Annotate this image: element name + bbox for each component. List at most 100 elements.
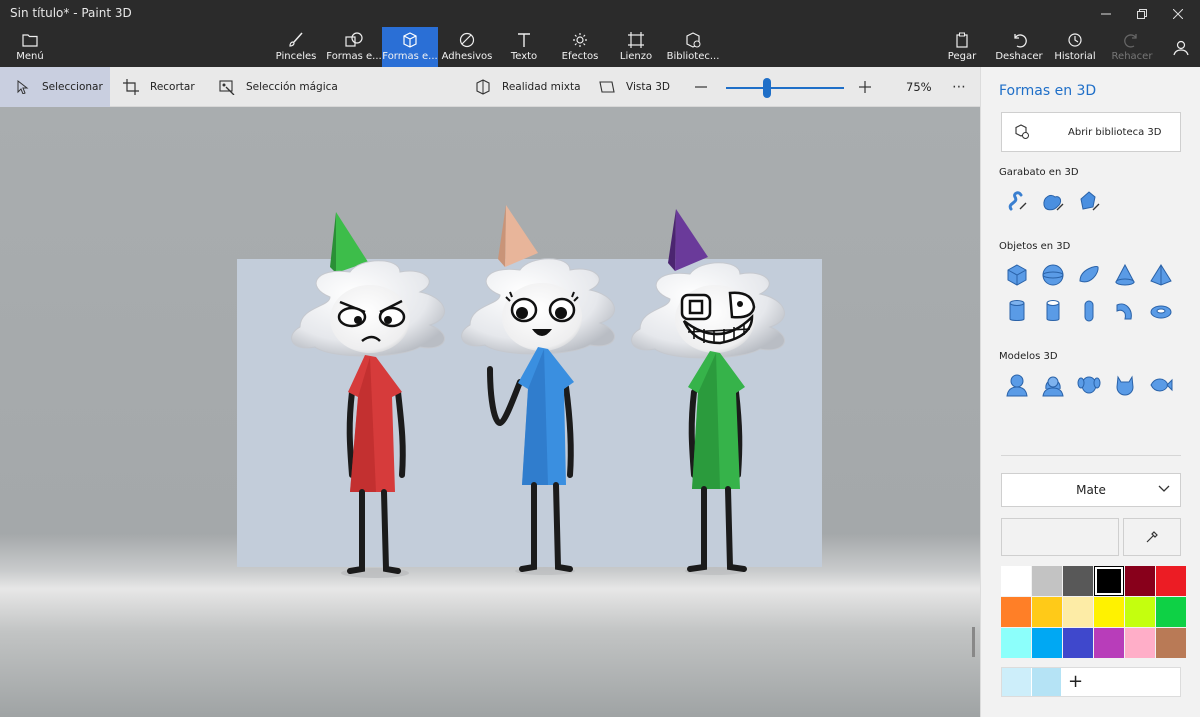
vertical-scrollbar[interactable] [972,627,975,657]
sphere-shape[interactable] [1039,261,1067,289]
color-swatch[interactable] [1125,597,1155,627]
redo-icon [1122,31,1142,49]
soft-doodle-tool[interactable] [1039,187,1067,215]
color-swatch[interactable] [1125,628,1155,658]
undo-button[interactable]: Deshacer [995,27,1043,67]
custom-color-swatch[interactable] [1032,668,1061,696]
selected-color-preview[interactable] [1001,518,1119,556]
menu-button[interactable]: Menú [8,27,52,67]
zoom-track [726,87,844,89]
crop-button[interactable]: Recortar [122,67,195,107]
canvas-area[interactable] [0,107,980,717]
capsule-icon [1084,300,1094,322]
tab-text[interactable]: Texto [502,27,546,67]
color-swatch[interactable] [1001,597,1031,627]
color-swatch[interactable] [1063,628,1093,658]
color-swatch[interactable] [1032,566,1062,596]
magic-select-button[interactable]: Selección mágica [218,67,338,107]
color-swatch[interactable] [1063,566,1093,596]
cat-model[interactable] [1111,371,1139,399]
dog-icon [1077,376,1101,394]
minimize-icon [1101,13,1111,14]
tab-3d-shapes-label: Formas e... [382,51,438,62]
color-swatch[interactable] [1032,628,1062,658]
soft-doodle-icon [1043,194,1064,211]
more-options-button[interactable]: ⋯ [952,67,966,107]
doodle-edit-tool[interactable] [1075,187,1103,215]
tab-brushes[interactable]: Pinceles [274,27,318,67]
history-label: Historial [1054,51,1096,62]
custom-color-swatch[interactable] [1002,668,1031,696]
shapes-3d-panel: Formas en 3D Abrir biblioteca 3D Garabat… [980,67,1200,717]
color-swatch[interactable] [1001,566,1031,596]
capsule-shape[interactable] [1075,297,1103,325]
right-pupil [555,307,567,319]
party-hat-shade [498,205,506,267]
color-swatch[interactable] [1032,597,1062,627]
color-swatch[interactable] [1156,597,1186,627]
tube-shape[interactable] [1039,297,1067,325]
color-swatch[interactable] [1125,566,1155,596]
hemisphere-shape[interactable] [1075,261,1103,289]
zoom-out-button[interactable] [694,67,714,107]
add-color-button[interactable]: + [1068,671,1083,692]
curved-tube-icon [1116,303,1132,320]
redo-button[interactable]: Rehacer [1110,27,1154,67]
dog-model[interactable] [1075,371,1103,399]
view-3d-button[interactable]: Vista 3D [598,67,670,107]
models-section-title: Modelos 3D [999,351,1058,362]
sharp-doodle-tool[interactable] [1003,187,1031,215]
color-swatch[interactable] [1156,628,1186,658]
magic-select-label: Selección mágica [246,81,338,93]
fish-model[interactable] [1147,371,1175,399]
close-button[interactable] [1156,0,1200,27]
color-swatch[interactable] [1001,628,1031,658]
tab-stickers[interactable]: Adhesivos [442,27,492,67]
material-dropdown[interactable]: Mate [1001,473,1181,507]
donut-shape[interactable] [1147,297,1175,325]
3d-scene[interactable] [0,107,980,717]
color-swatch[interactable] [1063,597,1093,627]
main-toolbar: Menú Pinceles Formas e... Formas e... Ad… [0,27,1200,67]
left-eye [337,306,367,328]
tab-canvas[interactable]: Lienzo [614,27,658,67]
paste-button[interactable]: Pegar [942,27,982,67]
canvas-icon [626,31,646,49]
color-swatch[interactable] [1094,628,1124,658]
doodle-edit-icon [1080,191,1100,211]
zoom-level[interactable]: 75% [906,67,932,107]
tab-3d-shapes[interactable]: Formas e... [382,27,438,67]
tab-library-label: Bibliotec... [666,51,720,62]
curved-tube-shape[interactable] [1111,297,1139,325]
man-model[interactable] [1003,371,1031,399]
cat-icon [1116,375,1134,396]
cylinder-shape[interactable] [1003,297,1031,325]
library-icon [683,31,703,49]
color-swatch[interactable] [1156,566,1186,596]
color-swatch[interactable] [1094,597,1124,627]
open-3d-library-button[interactable]: Abrir biblioteca 3D [1001,112,1181,152]
woman-model[interactable] [1039,371,1067,399]
effects-icon [570,31,590,49]
tab-text-label: Texto [510,51,538,62]
zoom-thumb[interactable] [763,78,772,98]
select-label: Seleccionar [42,81,103,93]
mixed-reality-button[interactable]: Realidad mixta [474,67,581,107]
user-button[interactable] [1166,27,1196,67]
redo-label: Rehacer [1111,51,1153,62]
tab-effects[interactable]: Efectos [558,27,602,67]
select-button[interactable]: Seleccionar [0,67,110,107]
zoom-slider[interactable] [726,67,844,107]
cone-shape[interactable] [1111,261,1139,289]
pyramid-shape[interactable] [1147,261,1175,289]
tab-library[interactable]: Bibliotec... [666,27,720,67]
close-icon [1173,8,1183,19]
cube-shape[interactable] [1003,261,1031,289]
tab-2d-shapes[interactable]: Formas e... [326,27,382,67]
zoom-in-button[interactable] [858,67,878,107]
tube-icon [1046,300,1060,321]
color-swatch[interactable] [1094,566,1124,596]
history-button[interactable]: Historial [1054,27,1096,67]
pyramid-icon [1150,264,1172,286]
eyedropper-button[interactable] [1123,518,1181,556]
